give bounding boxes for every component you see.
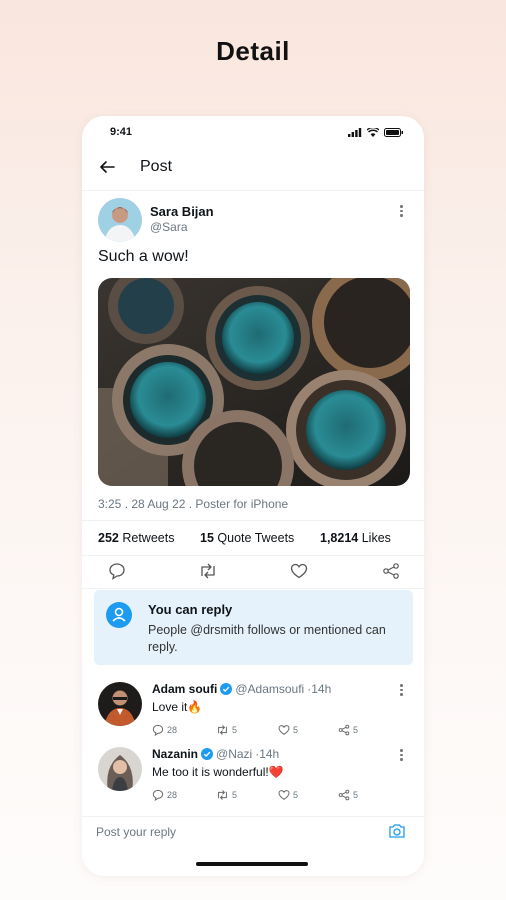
camera-icon[interactable] — [388, 823, 406, 839]
wifi-icon — [367, 128, 379, 137]
reply-comment-button[interactable]: 28 — [152, 789, 177, 801]
reply-comment-button[interactable]: 28 — [152, 724, 177, 736]
reply-text: Me too it is wonderful!❤️ — [152, 765, 284, 779]
retweet-icon — [218, 725, 227, 735]
post-text: Such a wow! — [98, 248, 189, 265]
avatar[interactable] — [98, 682, 142, 726]
avatar[interactable] — [98, 747, 142, 791]
reply-share-button[interactable]: 5 — [338, 724, 358, 736]
reply-item[interactable]: Nazanin @Nazi ·14h Me too it is wonderful… — [82, 741, 424, 807]
post-meta: 3:25 . 28 Aug 22 . Poster for iPhone — [98, 497, 289, 511]
back-arrow-icon[interactable] — [98, 158, 116, 176]
page-title: Detail — [216, 36, 290, 66]
post-stats: 252 Retweets 15 Quote Tweets 1,8214 Like… — [82, 520, 424, 556]
post-image[interactable] — [98, 278, 410, 486]
author-name[interactable]: Sara Bijan — [150, 204, 214, 219]
reply-composer: Post your reply — [82, 816, 424, 847]
battery-icon — [384, 128, 403, 137]
share-icon — [338, 724, 350, 736]
more-options-icon[interactable] — [400, 684, 404, 696]
reply-time: ·14h — [255, 747, 280, 761]
home-indicator[interactable] — [196, 862, 308, 866]
likes-stat[interactable]: 1,8214 Likes — [320, 531, 391, 545]
reply-permission-notice: You can reply People @drsmith follows or… — [94, 590, 413, 665]
author-handle[interactable]: @Sara — [150, 220, 188, 234]
retweet-icon[interactable] — [198, 562, 218, 580]
reply-input[interactable]: Post your reply — [96, 825, 176, 839]
share-icon[interactable] — [382, 562, 400, 580]
reply-item[interactable]: Adam soufi @Adamsoufi ·14h Love it🔥 28 5 … — [82, 676, 424, 742]
reply-time: ·14h — [307, 682, 332, 696]
more-options-icon[interactable] — [400, 749, 404, 761]
reply-share-button[interactable]: 5 — [338, 789, 358, 801]
reply-retweet-button[interactable]: 5 — [216, 724, 237, 736]
reply-author-name[interactable]: Nazanin — [152, 747, 198, 761]
top-nav: Post — [82, 154, 424, 191]
reply-author-handle[interactable]: @Adamsoufi — [235, 682, 304, 696]
comment-icon[interactable] — [108, 562, 126, 580]
reply-author-name[interactable]: Adam soufi — [152, 682, 217, 696]
comment-icon — [152, 789, 164, 801]
share-icon — [338, 789, 350, 801]
phone-frame: 9:41 Post Sara Bijan @Sara Such a wow! 3… — [82, 116, 424, 876]
reply-author-handle[interactable]: @Nazi — [216, 747, 252, 761]
like-icon[interactable] — [290, 562, 308, 580]
reply-notice-title: You can reply — [148, 602, 233, 617]
verified-badge-icon — [220, 683, 233, 695]
retweet-icon — [218, 790, 227, 800]
like-icon — [278, 790, 290, 800]
reply-text: Love it🔥 — [152, 700, 203, 714]
signal-icon — [348, 128, 362, 137]
reply-like-button[interactable]: 5 — [278, 789, 298, 801]
quotes-stat[interactable]: 15 Quote Tweets — [200, 531, 294, 545]
like-icon — [278, 725, 290, 735]
user-reply-icon — [106, 602, 132, 628]
status-time: 9:41 — [110, 126, 133, 138]
reply-retweet-button[interactable]: 5 — [216, 789, 237, 801]
avatar[interactable] — [98, 198, 142, 242]
comment-icon — [152, 724, 164, 736]
more-options-icon[interactable] — [400, 205, 404, 217]
reply-notice-body: People @drsmith follows or mentioned can… — [148, 623, 386, 654]
post-actions — [82, 554, 424, 589]
nav-title: Post — [140, 158, 173, 175]
status-bar: 9:41 — [110, 126, 404, 142]
reply-like-button[interactable]: 5 — [278, 724, 298, 736]
retweets-stat[interactable]: 252 Retweets — [98, 531, 174, 545]
verified-badge-icon — [201, 748, 214, 760]
